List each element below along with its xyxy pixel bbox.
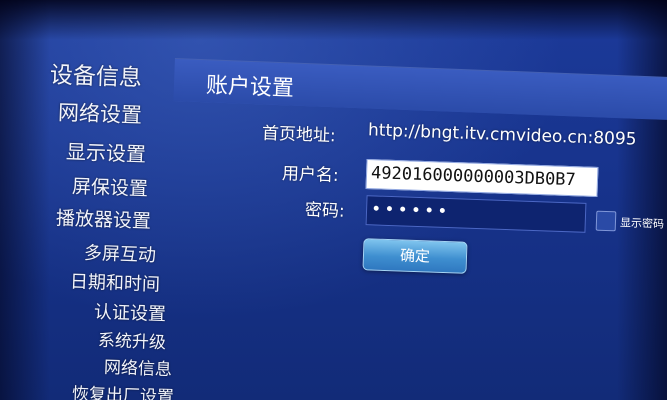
sidebar-item-display-settings[interactable]: 显示设置 xyxy=(66,136,147,168)
sidebar-item-date-time[interactable]: 日期和时间 xyxy=(70,267,161,296)
password-label: 密码: xyxy=(304,200,345,222)
sidebar-item-screensaver-settings[interactable]: 屏保设置 xyxy=(72,172,149,202)
show-password-checkbox[interactable] xyxy=(595,210,617,232)
page-title: 账户设置 xyxy=(205,73,295,102)
sidebar-item-network-settings[interactable]: 网络设置 xyxy=(58,97,143,130)
sidebar-item-device-info[interactable]: 设备信息 xyxy=(49,55,142,92)
sidebar-item-multiscreen[interactable]: 多屏互动 xyxy=(84,239,157,267)
homepage-label: 首页地址: xyxy=(261,123,336,147)
username-label: 用户名: xyxy=(281,164,339,186)
sidebar-item-player-settings[interactable]: 播放器设置 xyxy=(56,203,152,233)
sidebar-item-factory-reset[interactable]: 恢复出厂设置 xyxy=(72,379,175,400)
password-field[interactable]: •••••• xyxy=(365,195,587,233)
username-field[interactable]: 492016000000003DB0B7 xyxy=(365,158,599,198)
homepage-url[interactable]: http://bngt.itv.cmvideo.cn:8095 xyxy=(368,120,637,149)
show-password-label: 显示密码 xyxy=(619,216,665,231)
sidebar-item-system-upgrade[interactable]: 系统升级 xyxy=(98,326,167,353)
right-vignette xyxy=(617,0,667,400)
confirm-button[interactable]: 确定 xyxy=(362,238,468,274)
sidebar-item-network-info[interactable]: 网络信息 xyxy=(104,353,173,380)
settings-screen: 设备信息 网络设置 显示设置 屏保设置 播放器设置 多屏互动 日期和时间 认证设… xyxy=(0,0,667,400)
account-settings-header: 账户设置 xyxy=(173,58,667,121)
sidebar-item-auth-settings[interactable]: 认证设置 xyxy=(94,298,167,326)
left-vignette xyxy=(0,0,50,400)
screen-bezel-shadow xyxy=(0,0,667,40)
